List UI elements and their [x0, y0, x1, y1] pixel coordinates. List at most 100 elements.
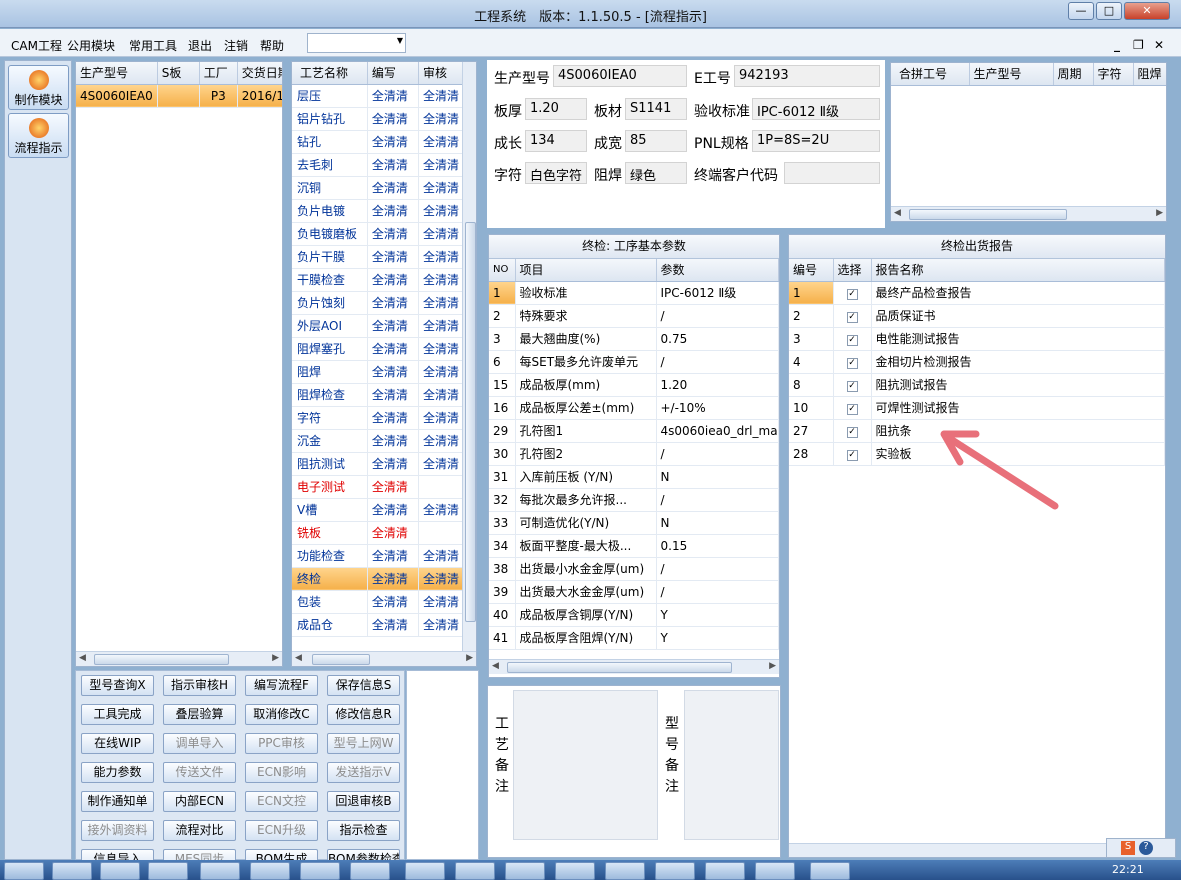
table-row[interactable]: 3 最大翘曲度(%) 0.75 — [489, 327, 779, 351]
checkbox[interactable]: ✓ — [846, 404, 858, 415]
checkbox[interactable]: ✓ — [846, 335, 858, 346]
taskbar-app-icon[interactable] — [148, 862, 188, 880]
table-row[interactable]: 阻焊 全清清 全清清 — [292, 360, 465, 384]
table-row[interactable]: 39 出货最大水金金厚(um) / — [489, 580, 779, 604]
report-select[interactable]: ✓ — [833, 304, 872, 328]
scroll-thumb[interactable] — [94, 654, 229, 665]
col-merge-mask[interactable]: 阻焊 — [1133, 63, 1166, 86]
table-row[interactable]: 功能检查 全清清 全清清 — [292, 544, 465, 568]
table-row[interactable]: 终检 全清清 全清清 — [292, 567, 465, 591]
table-row[interactable]: 31 入库前压板 (Y/N) N — [489, 465, 779, 489]
menu-exit[interactable]: 退出 — [188, 37, 212, 54]
col-delivery[interactable]: 交货日期 — [237, 62, 282, 85]
col-merge-prod[interactable]: 生产型号 — [969, 63, 1054, 86]
col-merge-id[interactable]: 合拼工号 — [891, 63, 970, 86]
scroll-thumb[interactable] — [465, 222, 476, 622]
report-select[interactable]: ✓ — [833, 442, 872, 466]
action-button[interactable]: ECN影响 — [245, 762, 318, 783]
table-row[interactable]: 沉铜 全清清 全清清 — [292, 176, 465, 200]
report-select[interactable]: ✓ — [833, 350, 872, 374]
table-row[interactable]: 去毛刺 全清清 全清清 — [292, 153, 465, 177]
arrow-left-icon[interactable]: ◀ — [492, 661, 499, 671]
std-field[interactable]: IPC-6012 Ⅱ级 — [752, 98, 880, 120]
table-row[interactable]: 29 孔符图1 4s0060iea0_drl_map — [489, 419, 779, 443]
table-row[interactable]: 负片蚀刻 全清清 全清清 — [292, 291, 465, 315]
craft-note-field[interactable] — [513, 690, 658, 840]
mat-field[interactable]: S1141 — [625, 98, 687, 120]
table-row[interactable]: 41 成品板厚含阻焊(Y/N) Y — [489, 626, 779, 650]
taskbar-app-icon[interactable] — [52, 862, 92, 880]
report-select[interactable]: ✓ — [833, 327, 872, 351]
col-reviewer[interactable]: 审核 — [418, 62, 465, 85]
taskbar-app-icon[interactable] — [200, 862, 240, 880]
arrow-right-icon[interactable]: ▶ — [272, 653, 279, 663]
action-button[interactable]: 流程对比 — [163, 820, 236, 841]
taskbar-app-icon[interactable] — [250, 862, 290, 880]
col-report-name[interactable]: 报告名称 — [871, 259, 1165, 282]
taskbar-app-icon[interactable] — [810, 862, 850, 880]
close-button[interactable]: ✕ — [1124, 2, 1170, 20]
table-row[interactable]: 34 板面平整度-最大极... 0.15 — [489, 534, 779, 558]
taskbar-app-icon[interactable] — [605, 862, 645, 880]
table-row[interactable]: 电子测试 全清清 — [292, 475, 465, 499]
col-item[interactable]: 项目 — [515, 259, 657, 282]
menu-public[interactable]: 公用模块 — [67, 37, 115, 54]
table-row[interactable]: 负片干膜 全清清 全清清 — [292, 245, 465, 269]
checkbox[interactable]: ✓ — [846, 358, 858, 369]
action-button[interactable]: 制作通知单 — [81, 791, 154, 812]
table-row[interactable]: 铣板 全清清 — [292, 521, 465, 545]
table-row[interactable]: 15 成品板厚(mm) 1.20 — [489, 373, 779, 397]
mdi-close-button[interactable]: ✕ — [1154, 38, 1164, 52]
checkbox[interactable]: ✓ — [846, 381, 858, 392]
action-button[interactable]: 在线WIP — [81, 733, 154, 754]
merge-hscroll[interactable]: ◀ ▶ — [891, 206, 1166, 221]
pnl-field[interactable]: 1P=8S=2U — [752, 130, 880, 152]
taskbar-app-icon[interactable] — [300, 862, 340, 880]
table-row[interactable]: 阻焊塞孔 全清清 全清清 — [292, 337, 465, 361]
mask-field[interactable]: 绿色 — [625, 162, 687, 184]
table-row[interactable]: 6 每SET最多允许废单元 / — [489, 350, 779, 374]
checkbox[interactable]: ✓ — [846, 427, 858, 438]
action-button[interactable]: 回退审核B — [327, 791, 400, 812]
arrow-left-icon[interactable]: ◀ — [894, 208, 901, 218]
col-report-no[interactable]: 编号 — [789, 259, 834, 282]
table-row[interactable]: 32 每批次最多允许报... / — [489, 488, 779, 512]
char-field[interactable]: 白色字符 — [525, 162, 587, 184]
action-button[interactable]: 指示检查 — [327, 820, 400, 841]
nav-flow-indicator[interactable]: 流程指示 — [8, 113, 69, 158]
table-row[interactable]: 8 ✓ 阻抗测试报告 — [789, 373, 1165, 397]
table-row[interactable]: 10 ✓ 可焊性测试报告 — [789, 396, 1165, 420]
arrow-left-icon[interactable]: ◀ — [79, 653, 86, 663]
table-row[interactable]: 负片电镀 全清清 全清清 — [292, 199, 465, 223]
minimize-button[interactable]: — — [1068, 2, 1094, 20]
menu-tools[interactable]: 常用工具 — [129, 37, 177, 54]
taskbar-app-icon[interactable] — [755, 862, 795, 880]
action-button[interactable]: 接外调资料 — [81, 820, 154, 841]
params-hscroll[interactable]: ◀ ▶ — [489, 659, 779, 674]
report-select[interactable]: ✓ — [833, 419, 872, 443]
taskbar-app-icon[interactable] — [350, 862, 390, 880]
taskbar-app-icon[interactable] — [405, 862, 445, 880]
action-button[interactable]: 型号查询X — [81, 675, 154, 696]
menu-help[interactable]: 帮助 — [260, 37, 284, 54]
table-row[interactable]: 外层AOI 全清清 全清清 — [292, 314, 465, 338]
table-row[interactable]: 铝片钻孔 全清清 全清清 — [292, 107, 465, 131]
action-button[interactable]: 编写流程F — [245, 675, 318, 696]
cust-field[interactable] — [784, 162, 880, 184]
col-merge-char[interactable]: 字符 — [1093, 63, 1134, 86]
scroll-thumb[interactable] — [909, 209, 1067, 220]
mdi-minimize-button[interactable]: _ — [1114, 38, 1120, 52]
table-row[interactable]: 4 ✓ 金相切片检测报告 — [789, 350, 1165, 374]
table-row[interactable]: V槽 全清清 全清清 — [292, 498, 465, 522]
col-merge-cycle[interactable]: 周期 — [1053, 63, 1094, 86]
table-row[interactable]: 阻抗测试 全清清 全清清 — [292, 452, 465, 476]
checkbox[interactable]: ✓ — [846, 450, 858, 461]
table-row[interactable]: 38 出货最小水金金厚(um) / — [489, 557, 779, 581]
table-row[interactable]: 字符 全清清 全清清 — [292, 406, 465, 430]
mdi-restore-button[interactable]: ❐ — [1133, 38, 1144, 52]
table-row[interactable]: 包装 全清清 全清清 — [292, 590, 465, 614]
orders-hscroll[interactable]: ◀ ▶ — [76, 651, 282, 666]
taskbar-app-icon[interactable] — [505, 862, 545, 880]
action-button[interactable]: 调单导入 — [163, 733, 236, 754]
action-button[interactable]: 能力参数 — [81, 762, 154, 783]
